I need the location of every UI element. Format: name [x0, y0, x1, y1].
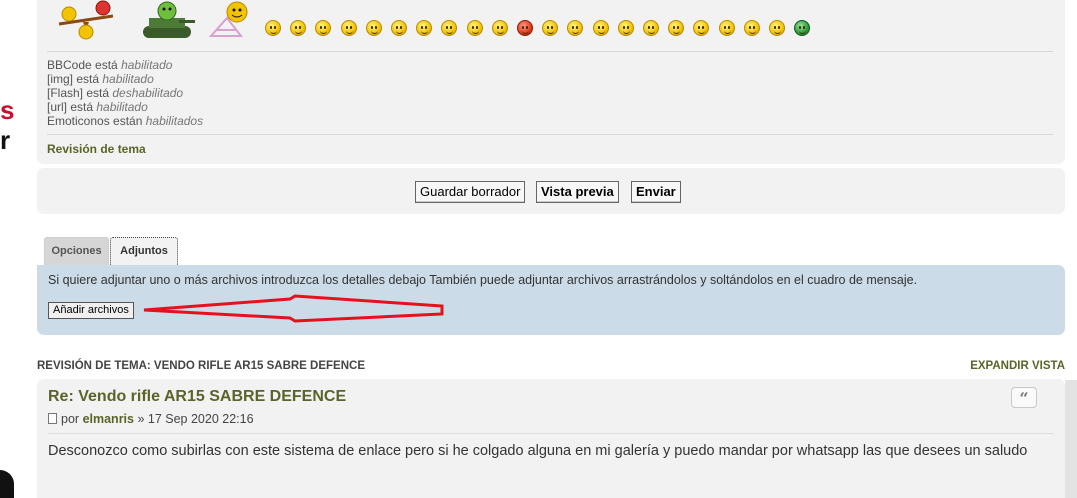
smiley-icon[interactable]	[491, 20, 508, 36]
smiley-icon[interactable]	[517, 20, 533, 36]
smiley-icon[interactable]	[643, 20, 659, 36]
expand-view-link[interactable]: EXPANDIR VISTA	[970, 360, 1065, 372]
beach-smiley-icon[interactable]	[207, 0, 259, 40]
bbcode-status: BBCode está habilitado	[47, 58, 173, 72]
submit-buttons-panel: Guardar borrador Vista previa Enviar	[37, 168, 1065, 214]
smiley-icon[interactable]	[567, 20, 584, 36]
by-label: por	[61, 412, 80, 426]
preview-button[interactable]: Vista previa	[536, 181, 619, 203]
img-status: [img] está habilitado	[47, 72, 154, 86]
smiley-icon[interactable]	[290, 20, 307, 36]
smiley-icon[interactable]	[441, 20, 458, 36]
tank-smiley-icon[interactable]	[139, 0, 195, 42]
divider	[48, 433, 1054, 434]
attachments-help-text: Si quiere adjuntar uno o más archivos in…	[48, 273, 918, 287]
bbcode-status-list: BBCode está habilitado [img] está habili…	[47, 58, 203, 128]
post-date: » 17 Sep 2020 22:16	[137, 412, 254, 426]
scrollbar[interactable]	[1065, 380, 1077, 498]
emoticons-status: Emoticonos están habilitados	[47, 114, 204, 128]
smiley-icon[interactable]	[794, 20, 811, 36]
side-logo-fragment: s r	[0, 95, 15, 155]
smiley-icon[interactable]	[391, 20, 407, 36]
smiley-icon[interactable]	[769, 20, 785, 36]
review-post: Re: Vendo rifle AR15 SABRE DEFENCE “ por…	[37, 379, 1065, 498]
smiley-icon[interactable]	[265, 20, 281, 36]
save-draft-button[interactable]: Guardar borrador	[415, 181, 526, 203]
tab-attachments[interactable]: Adjuntos	[110, 237, 178, 265]
smiley-icon[interactable]	[592, 20, 609, 36]
post-body: Desconozco como subirlas con este sistem…	[48, 443, 1028, 459]
smiley-icon[interactable]	[416, 20, 433, 36]
editor-info-panel: BBCode está habilitado [img] está habili…	[37, 0, 1065, 164]
smiley-bar	[47, 0, 1047, 48]
divider	[47, 134, 1053, 135]
side-logo-bottom	[0, 470, 14, 498]
smiley-icon[interactable]	[693, 20, 710, 36]
smiley-icon[interactable]	[542, 20, 559, 36]
url-status: [url] está habilitado	[47, 100, 148, 114]
smiley-icon[interactable]	[743, 20, 760, 36]
add-files-button[interactable]: Añadir archivos	[48, 302, 134, 319]
smiley-icon[interactable]	[340, 20, 357, 36]
flash-status: [Flash] está deshabilitado	[47, 86, 184, 100]
seesaw-smiley-icon[interactable]	[55, 0, 117, 40]
topic-review-link[interactable]: Revisión de tema	[47, 142, 146, 156]
post-author-link[interactable]: elmanris	[83, 412, 134, 426]
annotation-arrow-icon	[143, 294, 444, 323]
post-meta: por elmanris » 17 Sep 2020 22:16	[48, 412, 254, 426]
smiley-icon[interactable]	[718, 20, 735, 36]
divider	[47, 51, 1053, 52]
post-icon[interactable]	[48, 413, 57, 424]
quote-button[interactable]: “	[1011, 387, 1037, 408]
smiley-icon[interactable]	[668, 20, 685, 36]
topic-review-heading: REVISIÓN DE TEMA: VENDO RIFLE AR15 SABRE…	[37, 360, 366, 372]
smiley-icon[interactable]	[315, 20, 332, 36]
smiley-icon[interactable]	[365, 20, 382, 36]
post-title-link[interactable]: Re: Vendo rifle AR15 SABRE DEFENCE	[48, 388, 346, 406]
submit-button[interactable]: Enviar	[631, 181, 681, 203]
tab-options[interactable]: Opciones	[44, 237, 109, 265]
smiley-icon[interactable]	[617, 20, 634, 36]
smiley-icon[interactable]	[466, 20, 483, 36]
